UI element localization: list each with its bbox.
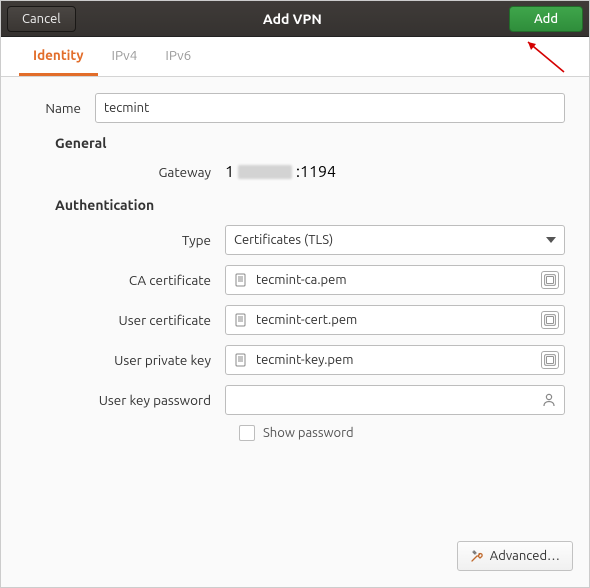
name-row: Name xyxy=(25,93,565,123)
user-key-password-input[interactable] xyxy=(225,385,565,415)
tab-identity[interactable]: Identity xyxy=(19,37,98,76)
user-key-password-label: User key password xyxy=(25,392,225,408)
cancel-button[interactable]: Cancel xyxy=(7,6,76,32)
tab-ipv6[interactable]: IPv6 xyxy=(151,37,205,76)
file-browse-icon[interactable] xyxy=(541,311,559,329)
user-key-password-row: User key password xyxy=(25,385,565,415)
type-row: Type Certificates (TLS) xyxy=(25,225,565,255)
gateway-suffix: :1194 xyxy=(296,163,336,181)
gateway-input[interactable]: 1 :1194 xyxy=(225,163,565,181)
user-certificate-filename: tecmint-cert.pem xyxy=(256,313,357,327)
person-icon[interactable] xyxy=(541,392,557,408)
add-vpn-dialog: Cancel Add VPN Add Identity IPv4 IPv6 Na… xyxy=(0,0,590,588)
tab-bar: Identity IPv4 IPv6 xyxy=(1,37,589,77)
ca-certificate-filename: tecmint-ca.pem xyxy=(256,273,347,287)
user-private-key-label: User private key xyxy=(25,352,225,368)
gateway-redacted xyxy=(238,165,292,179)
user-private-key-filename: tecmint-key.pem xyxy=(256,353,353,367)
dialog-footer: Advanced… xyxy=(1,531,589,587)
file-icon xyxy=(234,353,248,367)
user-private-key-row: User private key tecmint-key.pem xyxy=(25,345,565,375)
ca-certificate-label: CA certificate xyxy=(25,272,225,288)
advanced-button-label: Advanced… xyxy=(490,549,560,563)
type-label: Type xyxy=(25,232,225,248)
gateway-label: Gateway xyxy=(25,164,225,180)
type-select[interactable]: Certificates (TLS) xyxy=(225,225,565,255)
file-icon xyxy=(234,273,248,287)
name-label: Name xyxy=(25,100,95,116)
name-input[interactable] xyxy=(95,93,565,123)
show-password-label: Show password xyxy=(263,426,354,440)
dialog-titlebar: Cancel Add VPN Add xyxy=(1,1,589,37)
general-heading: General xyxy=(55,135,565,151)
add-button[interactable]: Add xyxy=(509,6,583,32)
gateway-prefix: 1 xyxy=(225,163,234,181)
dialog-title: Add VPN xyxy=(76,11,509,27)
ca-certificate-chooser[interactable]: tecmint-ca.pem xyxy=(225,265,565,295)
type-selected-value: Certificates (TLS) xyxy=(234,233,333,247)
chevron-down-icon xyxy=(546,237,556,243)
tab-ipv4[interactable]: IPv4 xyxy=(98,37,152,76)
user-certificate-label: User certificate xyxy=(25,312,225,328)
ca-certificate-row: CA certificate tecmint-ca.pem xyxy=(25,265,565,295)
authentication-heading: Authentication xyxy=(55,197,565,213)
user-certificate-chooser[interactable]: tecmint-cert.pem xyxy=(225,305,565,335)
user-certificate-row: User certificate tecmint-cert.pem xyxy=(25,305,565,335)
show-password-row: Show password xyxy=(239,425,565,441)
file-icon xyxy=(234,313,248,327)
user-private-key-chooser[interactable]: tecmint-key.pem xyxy=(225,345,565,375)
tools-icon xyxy=(470,549,484,563)
dialog-content: Name General Gateway 1 :1194 Authenticat… xyxy=(1,77,589,531)
show-password-checkbox[interactable] xyxy=(239,425,255,441)
file-browse-icon[interactable] xyxy=(541,271,559,289)
advanced-button[interactable]: Advanced… xyxy=(457,541,573,571)
file-browse-icon[interactable] xyxy=(541,351,559,369)
gateway-row: Gateway 1 :1194 xyxy=(25,163,565,181)
